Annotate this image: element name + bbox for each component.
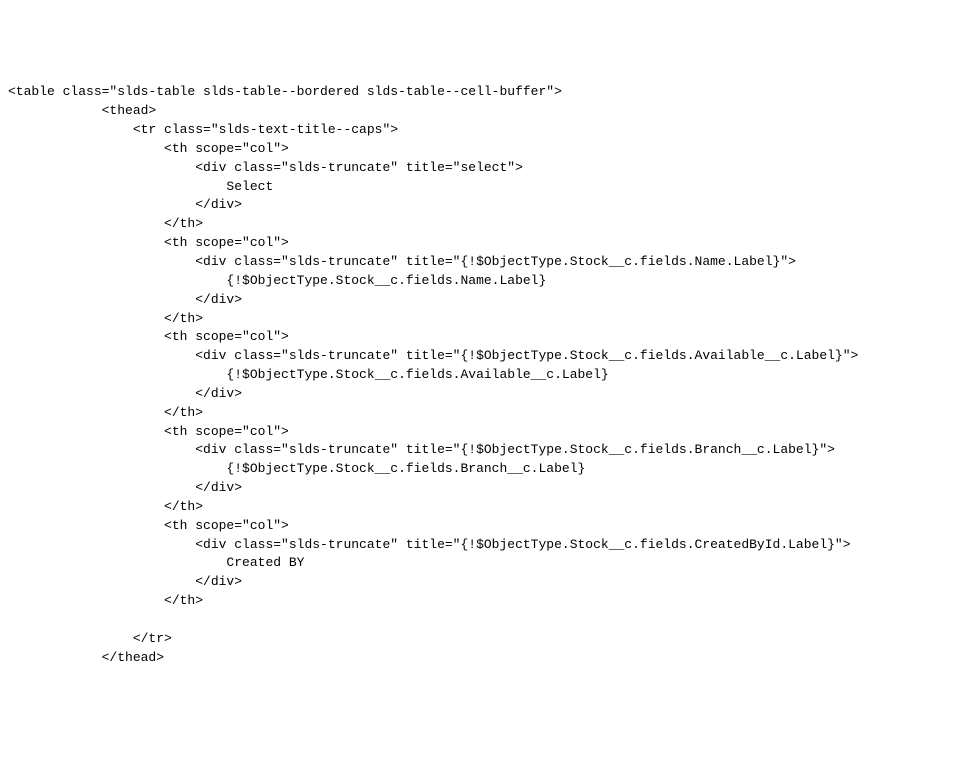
code-line: <th scope="col"> [8, 328, 955, 347]
code-line: Created BY [8, 554, 955, 573]
code-line: Select [8, 178, 955, 197]
code-line: <tr class="slds-text-title--caps"> [8, 121, 955, 140]
code-line: <div class="slds-truncate" title="{!$Obj… [8, 347, 955, 366]
code-line: </div> [8, 196, 955, 215]
code-line: </th> [8, 310, 955, 329]
code-block: <table class="slds-table slds-table--bor… [8, 83, 955, 667]
code-line [8, 611, 955, 630]
code-line: <div class="slds-truncate" title="{!$Obj… [8, 253, 955, 272]
code-line: <th scope="col"> [8, 423, 955, 442]
code-line: </th> [8, 498, 955, 517]
code-line: <div class="slds-truncate" title="{!$Obj… [8, 536, 955, 555]
code-line: <thead> [8, 102, 955, 121]
code-line: </div> [8, 573, 955, 592]
code-line: <th scope="col"> [8, 234, 955, 253]
code-line: {!$ObjectType.Stock__c.fields.Available_… [8, 366, 955, 385]
code-line: </thead> [8, 649, 955, 668]
code-line: {!$ObjectType.Stock__c.fields.Name.Label… [8, 272, 955, 291]
code-line: <th scope="col"> [8, 517, 955, 536]
code-line: <table class="slds-table slds-table--bor… [8, 83, 955, 102]
code-line: </th> [8, 215, 955, 234]
code-line: <div class="slds-truncate" title="select… [8, 159, 955, 178]
code-line: </div> [8, 479, 955, 498]
code-line: </tr> [8, 630, 955, 649]
code-line: {!$ObjectType.Stock__c.fields.Branch__c.… [8, 460, 955, 479]
code-line: </th> [8, 592, 955, 611]
code-line: <div class="slds-truncate" title="{!$Obj… [8, 441, 955, 460]
code-line: </div> [8, 385, 955, 404]
code-line: </div> [8, 291, 955, 310]
code-line: </th> [8, 404, 955, 423]
code-line: <th scope="col"> [8, 140, 955, 159]
